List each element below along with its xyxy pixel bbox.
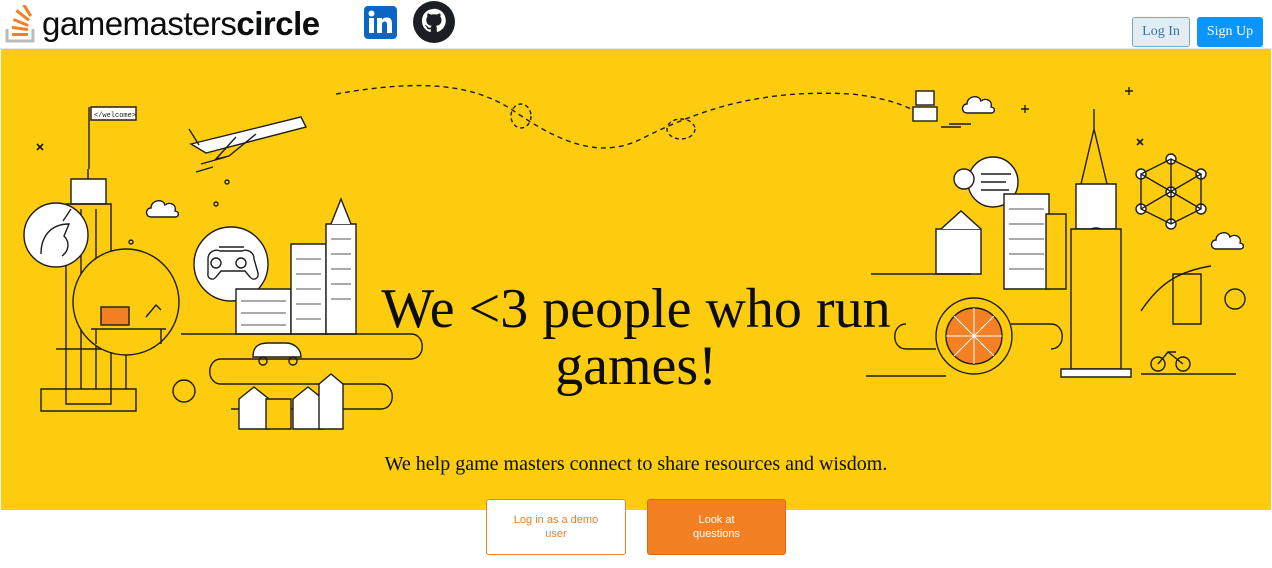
github-icon[interactable] bbox=[412, 0, 456, 44]
brand-logo-link[interactable]: gamemasterscircle bbox=[4, 2, 320, 46]
top-bar: gamemasterscircle Log In Sign Up bbox=[0, 0, 1272, 49]
view-questions-button[interactable]: Look at questions bbox=[647, 499, 786, 555]
clock-tower-icon bbox=[1060, 109, 1132, 378]
signup-button[interactable]: Sign Up bbox=[1197, 17, 1263, 47]
brand-bold: circle bbox=[236, 5, 320, 42]
demo-login-button[interactable]: Log in as a demo user bbox=[486, 499, 626, 555]
brand-name: gamemasterscircle bbox=[42, 5, 320, 43]
hero-banner: </welcome> We <3 people who run games! W… bbox=[1, 49, 1271, 510]
stack-logo-icon bbox=[5, 5, 35, 43]
welcome-flag-text: </welcome> bbox=[94, 112, 136, 120]
login-button[interactable]: Log In bbox=[1132, 17, 1190, 47]
linkedin-icon[interactable] bbox=[364, 6, 397, 39]
brand-regular: gamemasters bbox=[42, 5, 237, 42]
hero-headline: We <3 people who run games! bbox=[381, 278, 891, 397]
airplane-icon bbox=[188, 116, 308, 173]
hero-subtitle: We help game masters connect to share re… bbox=[384, 453, 888, 475]
